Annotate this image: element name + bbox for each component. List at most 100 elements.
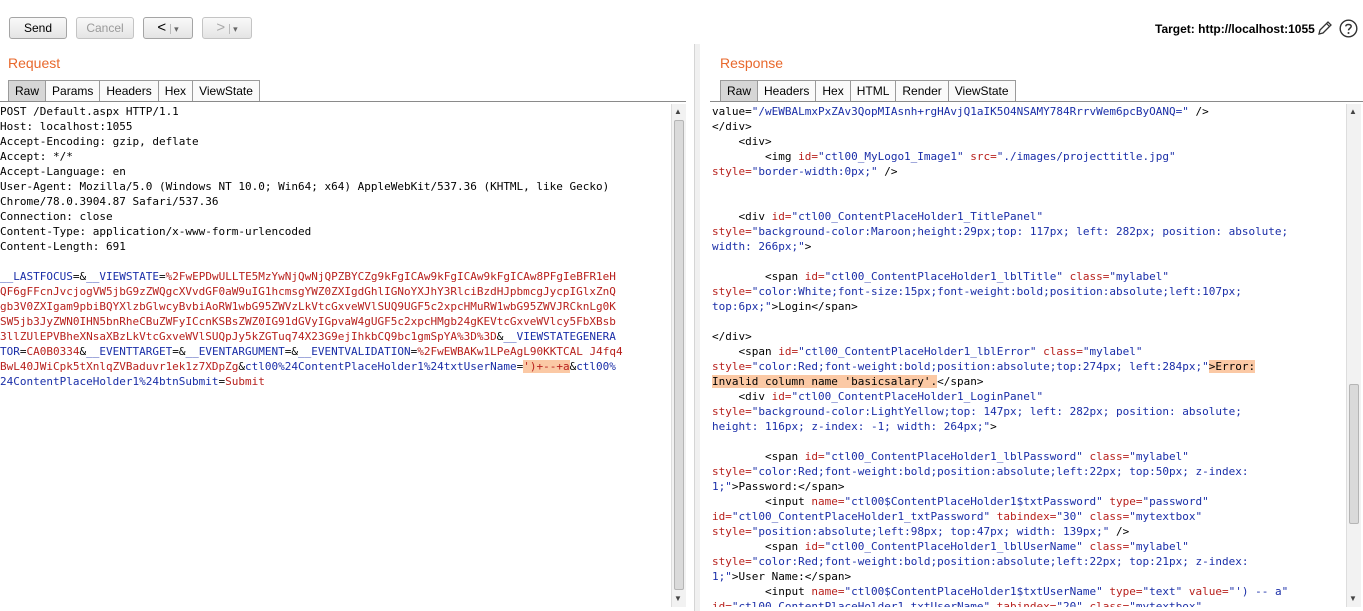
request-tabs: Raw Params Headers Hex ViewState: [8, 80, 260, 101]
help-icon[interactable]: [1339, 19, 1358, 38]
code-token: Chrome/78.0.3904.87 Safari/537.36: [0, 195, 219, 208]
code-token: SW5jb3JyZWN0IHN5bnRheCBuZWFyICcnKSBsZWZ0…: [0, 315, 616, 328]
code-token: ctl00%24ContentPlaceHolder1%24txtUserNam…: [245, 360, 517, 373]
code-token: style=: [712, 165, 752, 178]
code-token: "ctl00_ContentPlaceHolder1_lblPassword": [824, 450, 1083, 463]
code-token: =&: [284, 345, 299, 358]
request-tab-viewstate[interactable]: ViewState: [192, 80, 260, 101]
request-tab-raw[interactable]: Raw: [8, 80, 47, 101]
panel-splitter[interactable]: [694, 44, 700, 611]
response-raw-text[interactable]: value= "/wEWBALmxPxZAv3QopMIAsnh+rgHAvjQ1…: [712, 104, 1288, 607]
code-token: <div: [712, 390, 772, 403]
forward-button[interactable]: > ▾: [202, 17, 252, 39]
cancel-button[interactable]: Cancel: [76, 17, 134, 39]
response-tab-divider: [710, 101, 1363, 102]
code-token: <input: [712, 495, 812, 508]
request-raw-text[interactable]: POST /Default.aspx HTTP/1.1 Host: localho…: [0, 104, 623, 389]
code-token: />: [877, 165, 898, 178]
code-line: [712, 434, 1288, 449]
code-token: "/wEWBALmxPxZAv3QopMIAsnh+rgHAvjQ1aIK5O4…: [751, 105, 1189, 118]
response-editor[interactable]: value= "/wEWBALmxPxZAv3QopMIAsnh+rgHAvjQ1…: [712, 104, 1346, 607]
code-line: Host: localhost:1055: [0, 119, 623, 134]
response-tab-headers[interactable]: Headers: [757, 80, 817, 101]
code-line: [712, 194, 1288, 209]
response-tab-hex[interactable]: Hex: [815, 80, 851, 101]
code-token: "./images/projecttitle.jpg": [996, 150, 1176, 163]
code-token: >: [990, 420, 997, 433]
request-scrollbar[interactable]: ▲ ▼: [671, 104, 686, 607]
code-token: type=: [1102, 495, 1143, 508]
code-token: </div>: [712, 330, 752, 343]
code-line: Connection: close: [0, 209, 623, 224]
code-token: />: [1109, 525, 1130, 538]
code-line: style="color:Red;font-weight:bold;positi…: [712, 359, 1288, 374]
code-token: Accept-Language: en: [0, 165, 126, 178]
request-scroll-thumb[interactable]: [674, 120, 684, 590]
request-editor[interactable]: POST /Default.aspx HTTP/1.1 Host: localho…: [0, 104, 671, 611]
code-line: <div id="ctl00_ContentPlaceHolder1_Title…: [712, 209, 1288, 224]
code-token: <input: [712, 585, 812, 598]
scroll-down-icon[interactable]: ▼: [1349, 594, 1357, 603]
code-line: __LASTFOCUS=&__VIEWSTATE=%2FwEPDwULLTE5M…: [0, 269, 623, 284]
code-line: <span id="ctl00_ContentPlaceHolder1_lblP…: [712, 449, 1288, 464]
code-token: style=: [712, 465, 752, 478]
code-token: class=: [1082, 450, 1130, 463]
code-token: tabindex=: [990, 600, 1057, 607]
code-line: TOR=CA0B0334&__EVENTTARGET=&__EVENTARGUM…: [0, 344, 623, 359]
code-line: style="color:White;font-size:15px;font-w…: [712, 284, 1288, 299]
code-line: </div>: [712, 329, 1288, 344]
code-token: =&: [172, 345, 186, 358]
code-token: tabindex=: [990, 510, 1057, 523]
response-tab-render[interactable]: Render: [895, 80, 949, 101]
pencil-icon[interactable]: [1316, 19, 1334, 37]
code-line: <div id="ctl00_ContentPlaceHolder1_Login…: [712, 389, 1288, 404]
code-token: "ctl00$ContentPlaceHolder1$txtPassword": [844, 495, 1103, 508]
code-token: id=: [798, 150, 818, 163]
forward-arrow-icon: >: [216, 19, 226, 36]
code-line: width: 266px;">: [712, 239, 1288, 254]
code-token: name=: [811, 495, 845, 508]
response-scrollbar[interactable]: ▲ ▼: [1346, 104, 1361, 607]
code-token: "mytextbox": [1129, 600, 1203, 607]
code-token: =: [158, 270, 166, 283]
code-token: 3llZUlEPVBheXNsaXBzLkVtcGxveWVlSUQpJy5kZ…: [0, 330, 497, 343]
send-button[interactable]: Send: [9, 17, 67, 39]
code-line: Accept-Encoding: gzip, deflate: [0, 134, 623, 149]
code-line: POST /Default.aspx HTTP/1.1: [0, 104, 623, 119]
code-line: [0, 254, 623, 269]
request-tab-params[interactable]: Params: [45, 80, 101, 101]
highlighted-text: Invalid column name 'basicsalary'.: [712, 375, 938, 388]
code-token: "text": [1142, 585, 1183, 598]
code-token: "ctl00_ContentPlaceHolder1_txtPassword": [731, 510, 991, 523]
code-line: Invalid column name 'basicsalary'.</span…: [712, 374, 1288, 389]
code-token: "mylabel": [1109, 270, 1169, 283]
back-button[interactable]: < ▾: [143, 17, 193, 39]
code-token: %2FwEWBAKw1LPeAgL90KKTCAL J4fq4: [417, 345, 623, 358]
code-token: "background-color:LightYellow;top: 147px…: [751, 405, 1242, 418]
response-tab-viewstate[interactable]: ViewState: [947, 80, 1016, 101]
code-token: class=: [1036, 345, 1083, 358]
code-token: id=: [804, 540, 825, 553]
request-tab-headers[interactable]: Headers: [99, 80, 159, 101]
response-tab-raw[interactable]: Raw: [720, 80, 759, 101]
code-token: QF6gFFcnJvcjogVW5jbG9zZWQgcXVvdGF0aW9uIG…: [0, 285, 616, 298]
code-token: BwL40JWiCpk5tXnlqZVBaduvr1ek1z7XDpZg: [0, 360, 239, 373]
code-token: </span>: [937, 375, 984, 388]
code-token: "border-width:0px;": [751, 165, 878, 178]
scroll-up-icon[interactable]: ▲: [674, 107, 682, 116]
response-tab-html[interactable]: HTML: [849, 80, 897, 101]
code-token: style=: [712, 525, 752, 538]
code-token: "mylabel": [1082, 345, 1143, 358]
code-token: "ctl00_ContentPlaceHolder1_TitlePanel": [791, 210, 1044, 223]
code-line: top:6px;">Login</span>: [712, 299, 1288, 314]
response-scroll-thumb[interactable]: [1349, 384, 1359, 524]
code-token: "ctl00_MyLogo1_Image1": [817, 150, 964, 163]
code-token: __EVENTTARGET: [86, 345, 173, 358]
code-token: style=: [712, 360, 752, 373]
scroll-down-icon[interactable]: ▼: [674, 594, 682, 603]
request-tab-hex[interactable]: Hex: [157, 80, 194, 101]
scroll-up-icon[interactable]: ▲: [1349, 107, 1357, 116]
code-token: value=: [1182, 585, 1229, 598]
